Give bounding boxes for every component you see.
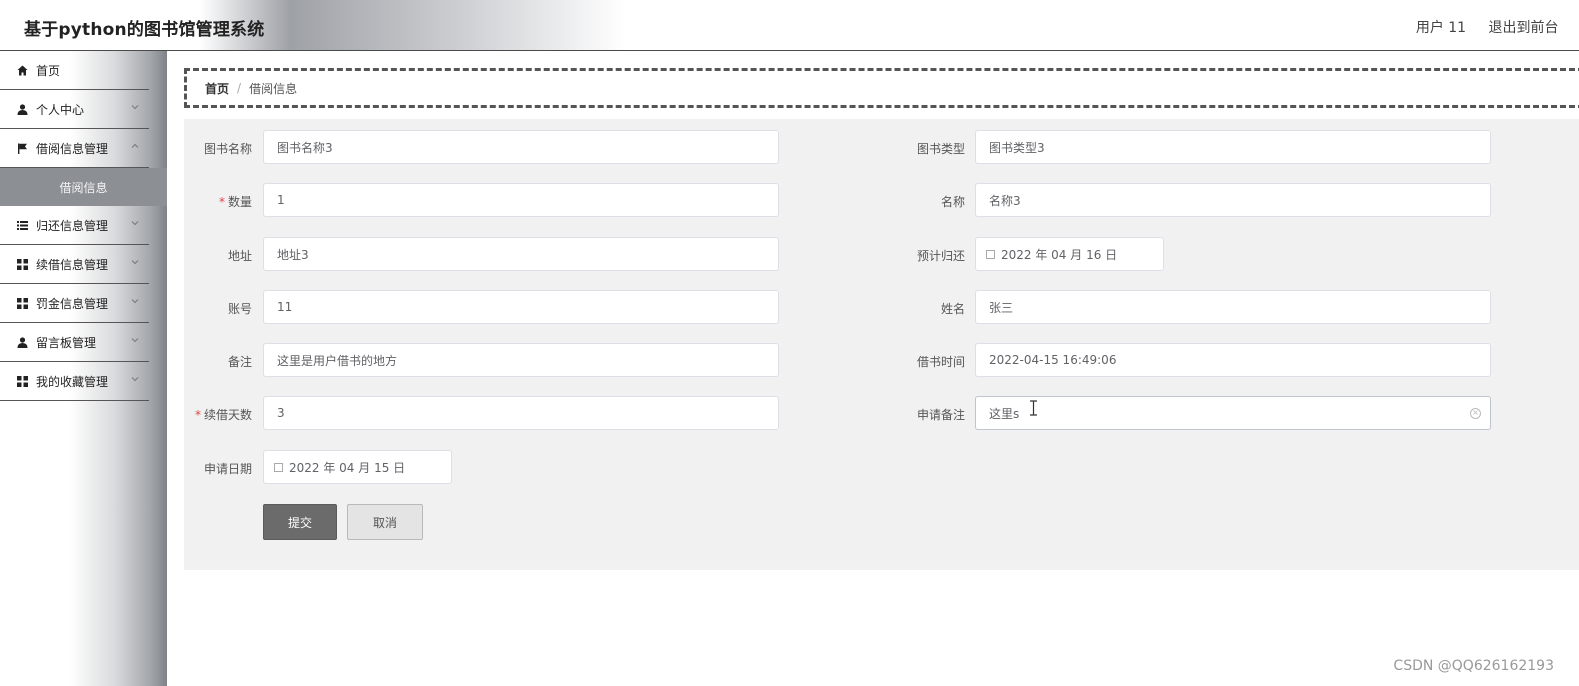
apply-date-value: 2022 年 04 月 15 日 [289,460,406,475]
expected-return-datepicker[interactable]: 2022 年 04 月 16 日 [975,237,1164,271]
required-mark: * [194,408,201,422]
app-title: 基于python的图书馆管理系统 [24,20,265,40]
book-type-label: 图书类型 [916,142,965,156]
sidebar: 首页 个人中心 借阅信息管理 借阅信息 归还信息管理 续借信息管理 罚金信息管理 [0,51,167,686]
renew-days-input[interactable]: 3 [263,396,779,430]
name-input[interactable]: 名称3 [975,183,1491,217]
top-header: 基于python的图书馆管理系统 用户 11 退出到前台 退出 [0,0,1579,51]
book-type-value: 图书类型3 [989,140,1045,155]
account-value: 11 [277,300,293,314]
person-name-value: 张三 [989,300,1014,315]
address-input[interactable]: 地址3 [263,237,779,271]
chevron-down-icon [131,299,139,304]
clear-icon[interactable]: × [1470,408,1481,419]
remark-input[interactable]: 这里是用户借书的地方 [263,343,779,377]
sidebar-item-label: 留言板管理 [36,335,97,350]
sidebar-item-home[interactable]: 首页 [0,51,149,90]
breadcrumb-home[interactable]: 首页 [205,80,229,97]
sidebar-item-renew-management[interactable]: 续借信息管理 [0,245,149,284]
name-label: 名称 [940,195,965,209]
borrow-time-value: 2022-04-15 16:49:06 [989,353,1117,367]
sidebar-item-favorites[interactable]: 我的收藏管理 [0,362,149,401]
apply-date-label: 申请日期 [203,462,252,476]
user-link[interactable]: 用户 11 [1416,20,1466,36]
sidebar-item-return-management[interactable]: 归还信息管理 [0,206,149,245]
breadcrumb: 首页 / 借阅信息 [184,68,1579,108]
expected-return-value: 2022 年 04 月 16 日 [1001,247,1118,262]
submit-button[interactable]: 提交 [263,504,337,540]
header-actions: 用户 11 退出到前台 退出 [1398,17,1579,37]
breadcrumb-separator: / [237,81,242,95]
apply-remark-input[interactable]: 这里s × [975,396,1491,430]
quantity-input[interactable]: 1 [263,183,779,217]
sidebar-item-label: 续借信息管理 [36,257,109,272]
person-name-input[interactable]: 张三 [975,290,1491,324]
expected-return-label: 预计归还 [916,249,965,263]
book-name-input[interactable]: 图书名称3 [263,130,779,164]
sidebar-item-label: 我的收藏管理 [36,374,109,389]
calendar-icon [274,462,283,472]
breadcrumb-current: 借阅信息 [249,81,298,96]
renew-days-label: * 续借天数 [194,408,252,422]
sidebar-item-label: 归还信息管理 [36,218,109,233]
name-value: 名称3 [989,193,1021,208]
watermark: CSDN @QQ626162193 [1393,658,1554,674]
borrow-time-label: 借书时间 [916,355,965,369]
home-icon [16,64,28,76]
sidebar-item-label: 借阅信息管理 [36,141,109,156]
address-label: 地址 [227,249,252,263]
sidebar-item-borrow-management[interactable]: 借阅信息管理 [0,129,149,168]
book-type-input[interactable]: 图书类型3 [975,130,1491,164]
book-name-label: 图书名称 [203,142,252,156]
chevron-down-icon [131,221,139,226]
quantity-value: 1 [277,193,285,207]
exit-to-front-link[interactable]: 退出到前台 [1489,20,1559,36]
grid-icon [16,297,28,309]
required-mark: * [218,195,225,209]
quantity-label: * 数量 [218,195,252,209]
sidebar-subitem-borrow-info[interactable]: 借阅信息 [0,168,167,206]
list-icon [16,219,28,231]
chevron-down-icon [131,338,139,343]
calendar-icon [986,249,995,259]
apply-remark-value: 这里s [989,406,1020,421]
sidebar-item-label: 个人中心 [36,102,85,117]
person-icon [16,336,28,348]
sidebar-item-label: 首页 [36,63,61,78]
chevron-down-icon [131,260,139,265]
person-name-label: 姓名 [940,302,965,316]
remark-label: 备注 [227,355,252,369]
account-input[interactable]: 11 [263,290,779,324]
remark-value: 这里是用户借书的地方 [277,353,398,368]
person-icon [16,103,28,115]
cancel-button[interactable]: 取消 [347,504,423,540]
sidebar-item-fine-management[interactable]: 罚金信息管理 [0,284,149,323]
account-label: 账号 [227,302,252,316]
book-name-value: 图书名称3 [277,140,333,155]
grid-icon [16,375,28,387]
chevron-down-icon [131,105,139,110]
flag-icon [16,142,28,154]
sidebar-item-personal-center[interactable]: 个人中心 [0,90,149,129]
renew-days-value: 3 [277,406,285,420]
chevron-up-icon [131,143,139,148]
apply-date-datepicker[interactable]: 2022 年 04 月 15 日 [263,450,452,484]
chevron-down-icon [131,377,139,382]
sidebar-item-label: 罚金信息管理 [36,296,109,311]
grid-icon [16,258,28,270]
borrow-time-input[interactable]: 2022-04-15 16:49:06 [975,343,1491,377]
text-cursor-icon [1030,400,1037,416]
sidebar-item-message-board[interactable]: 留言板管理 [0,323,149,362]
apply-remark-label: 申请备注 [916,408,965,422]
address-value: 地址3 [277,247,309,262]
